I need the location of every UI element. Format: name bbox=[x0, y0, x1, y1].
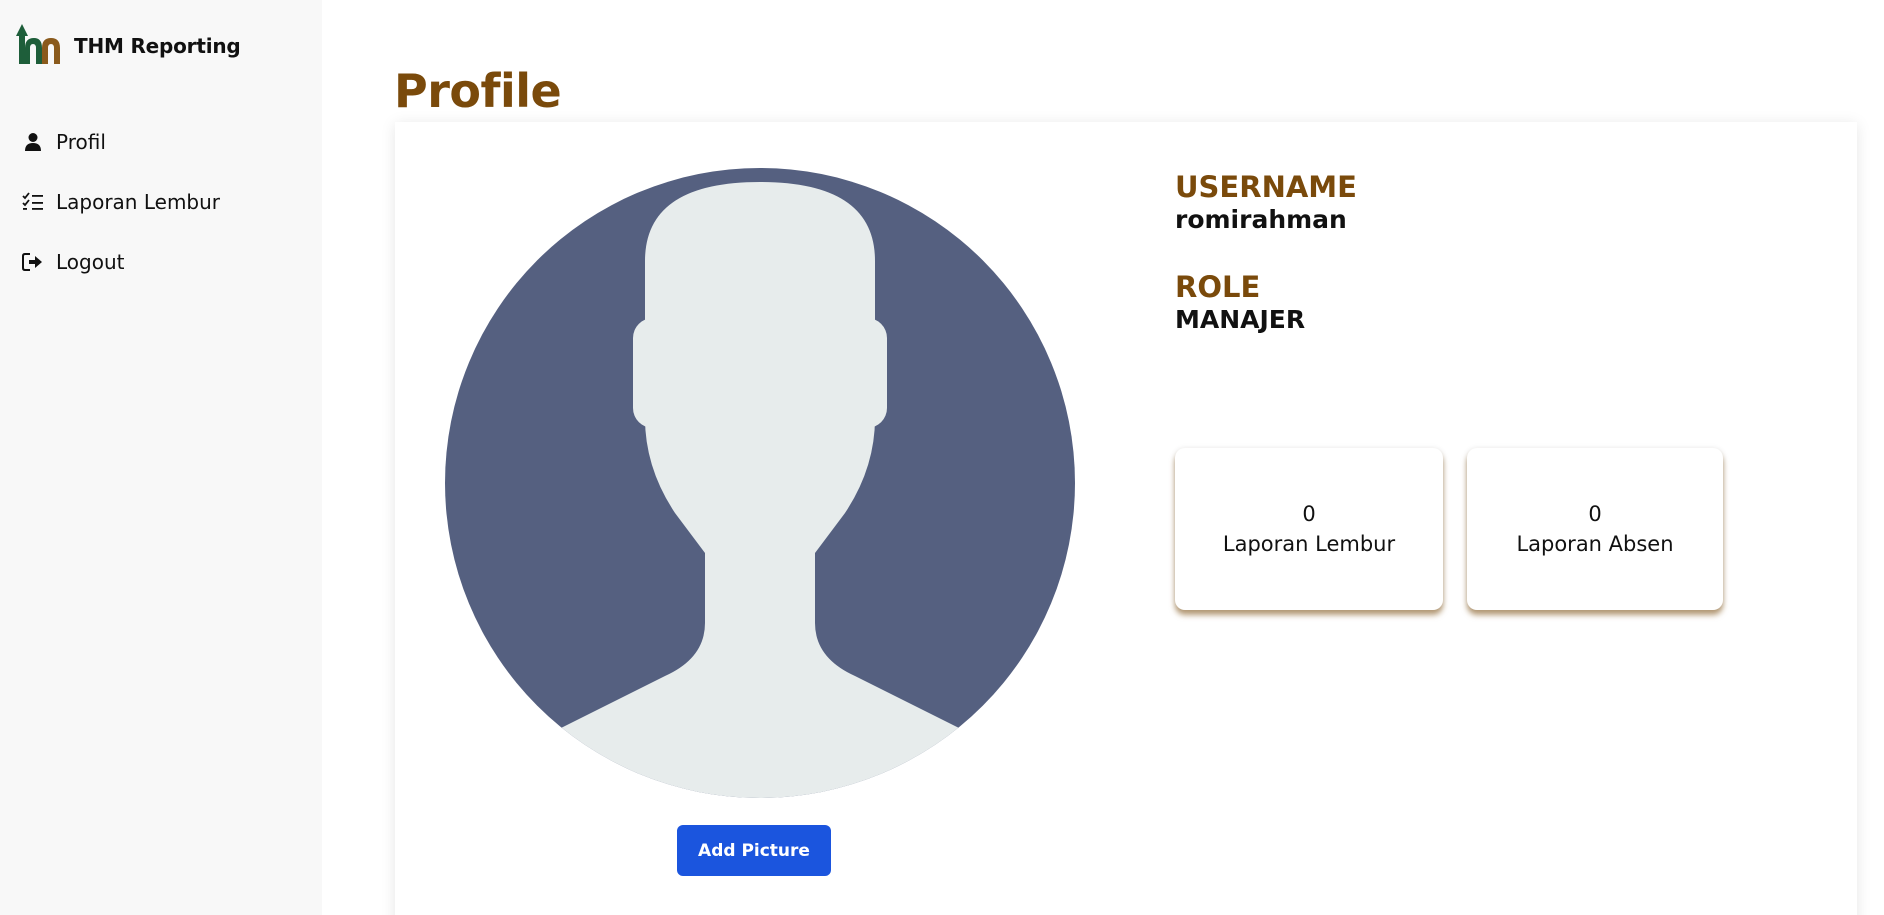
username-value: romirahman bbox=[1175, 205, 1347, 234]
sidebar-item-label: Profil bbox=[56, 130, 106, 154]
sidebar-item-label: Logout bbox=[56, 250, 125, 274]
avatar-placeholder bbox=[445, 168, 1075, 798]
sidebar-nav: Profil Laporan Lembur Logout bbox=[22, 124, 220, 304]
thm-logo-icon bbox=[16, 24, 60, 64]
checklist-icon bbox=[22, 191, 44, 213]
sidebar: THM Reporting Profil Laporan Lembur Logo… bbox=[0, 0, 322, 915]
sidebar-item-profil[interactable]: Profil bbox=[22, 124, 220, 160]
page-title: Profile bbox=[394, 64, 562, 118]
main-content: Profile Add Picture USERNAME romirahman … bbox=[322, 0, 1884, 915]
username-label: USERNAME bbox=[1175, 170, 1357, 204]
stat-label: Laporan Absen bbox=[1516, 532, 1674, 556]
sidebar-item-label: Laporan Lembur bbox=[56, 190, 221, 214]
role-value: MANAJER bbox=[1175, 305, 1306, 334]
profile-info: USERNAME romirahman ROLE MANAJER bbox=[1175, 170, 1357, 370]
stat-card-laporan-absen[interactable]: 0 Laporan Absen bbox=[1467, 448, 1723, 610]
stat-card-laporan-lembur[interactable]: 0 Laporan Lembur bbox=[1175, 448, 1443, 610]
stat-label: Laporan Lembur bbox=[1222, 532, 1396, 556]
profile-card: Add Picture USERNAME romirahman ROLE MAN… bbox=[395, 122, 1857, 915]
brand[interactable]: THM Reporting bbox=[14, 18, 241, 66]
sidebar-item-logout[interactable]: Logout bbox=[22, 244, 220, 280]
user-icon bbox=[22, 131, 44, 153]
sidebar-item-laporan-lembur[interactable]: Laporan Lembur bbox=[22, 184, 220, 220]
brand-name: THM Reporting bbox=[74, 34, 241, 58]
add-picture-button[interactable]: Add Picture bbox=[677, 825, 831, 876]
stat-value: 0 bbox=[1302, 502, 1316, 526]
role-label: ROLE bbox=[1175, 270, 1261, 304]
stat-value: 0 bbox=[1588, 502, 1602, 526]
logout-icon bbox=[22, 251, 44, 273]
